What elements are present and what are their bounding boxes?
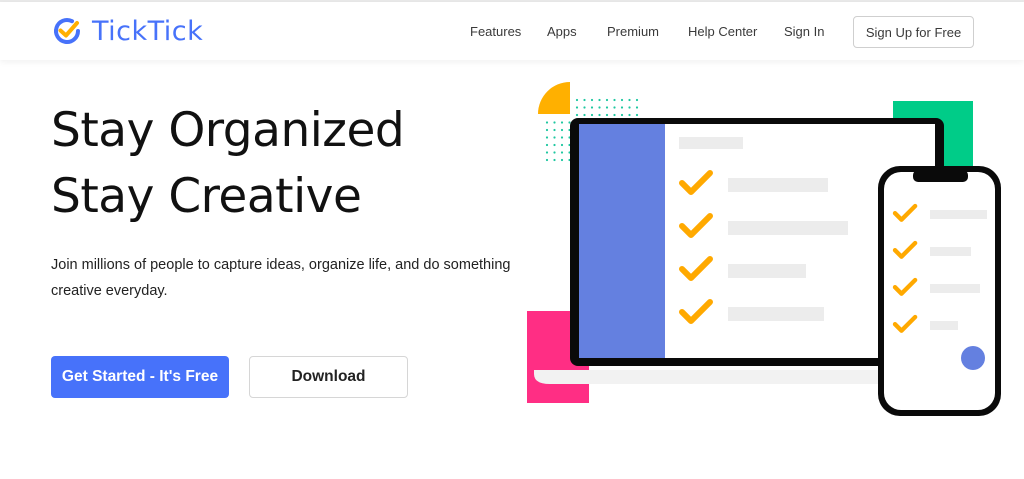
task-bar-shape xyxy=(728,264,806,278)
task-bar-shape xyxy=(930,210,987,219)
nav-sign-in[interactable]: Sign In xyxy=(784,24,824,39)
hero-title: Stay Organized Stay Creative xyxy=(51,98,405,230)
hero-title-line-2: Stay Creative xyxy=(51,169,362,224)
ticktick-logo[interactable]: TickTick xyxy=(50,14,203,48)
site-header: TickTick Features Apps Premium Help Cent… xyxy=(0,2,1024,60)
phone-device xyxy=(878,166,1001,416)
nav-help-center[interactable]: Help Center xyxy=(688,24,757,39)
task-bar-shape xyxy=(930,321,958,330)
phone-add-button-icon xyxy=(961,346,985,370)
hero-title-line-1: Stay Organized xyxy=(51,103,405,158)
task-bar-shape xyxy=(930,247,971,256)
download-button[interactable]: Download xyxy=(249,356,408,398)
get-started-button[interactable]: Get Started - It's Free xyxy=(51,356,229,398)
task-bar-shape xyxy=(728,221,848,235)
nav-premium[interactable]: Premium xyxy=(607,24,659,39)
hero-subtitle: Join millions of people to capture ideas… xyxy=(51,257,511,299)
laptop-sidebar-shape xyxy=(579,124,665,358)
ticktick-check-icon xyxy=(54,18,80,44)
nav-features[interactable]: Features xyxy=(470,24,521,39)
phone-notch-shape xyxy=(913,170,968,182)
task-bar-shape xyxy=(930,284,980,293)
yellow-quarter-circle-shape xyxy=(538,82,570,114)
task-bar-shape xyxy=(728,178,828,192)
nav-apps[interactable]: Apps xyxy=(547,24,577,39)
hero-illustration xyxy=(527,82,1001,416)
task-bar-shape xyxy=(728,307,824,321)
brand-name: TickTick xyxy=(92,15,204,47)
sign-up-button[interactable]: Sign Up for Free xyxy=(853,16,974,48)
